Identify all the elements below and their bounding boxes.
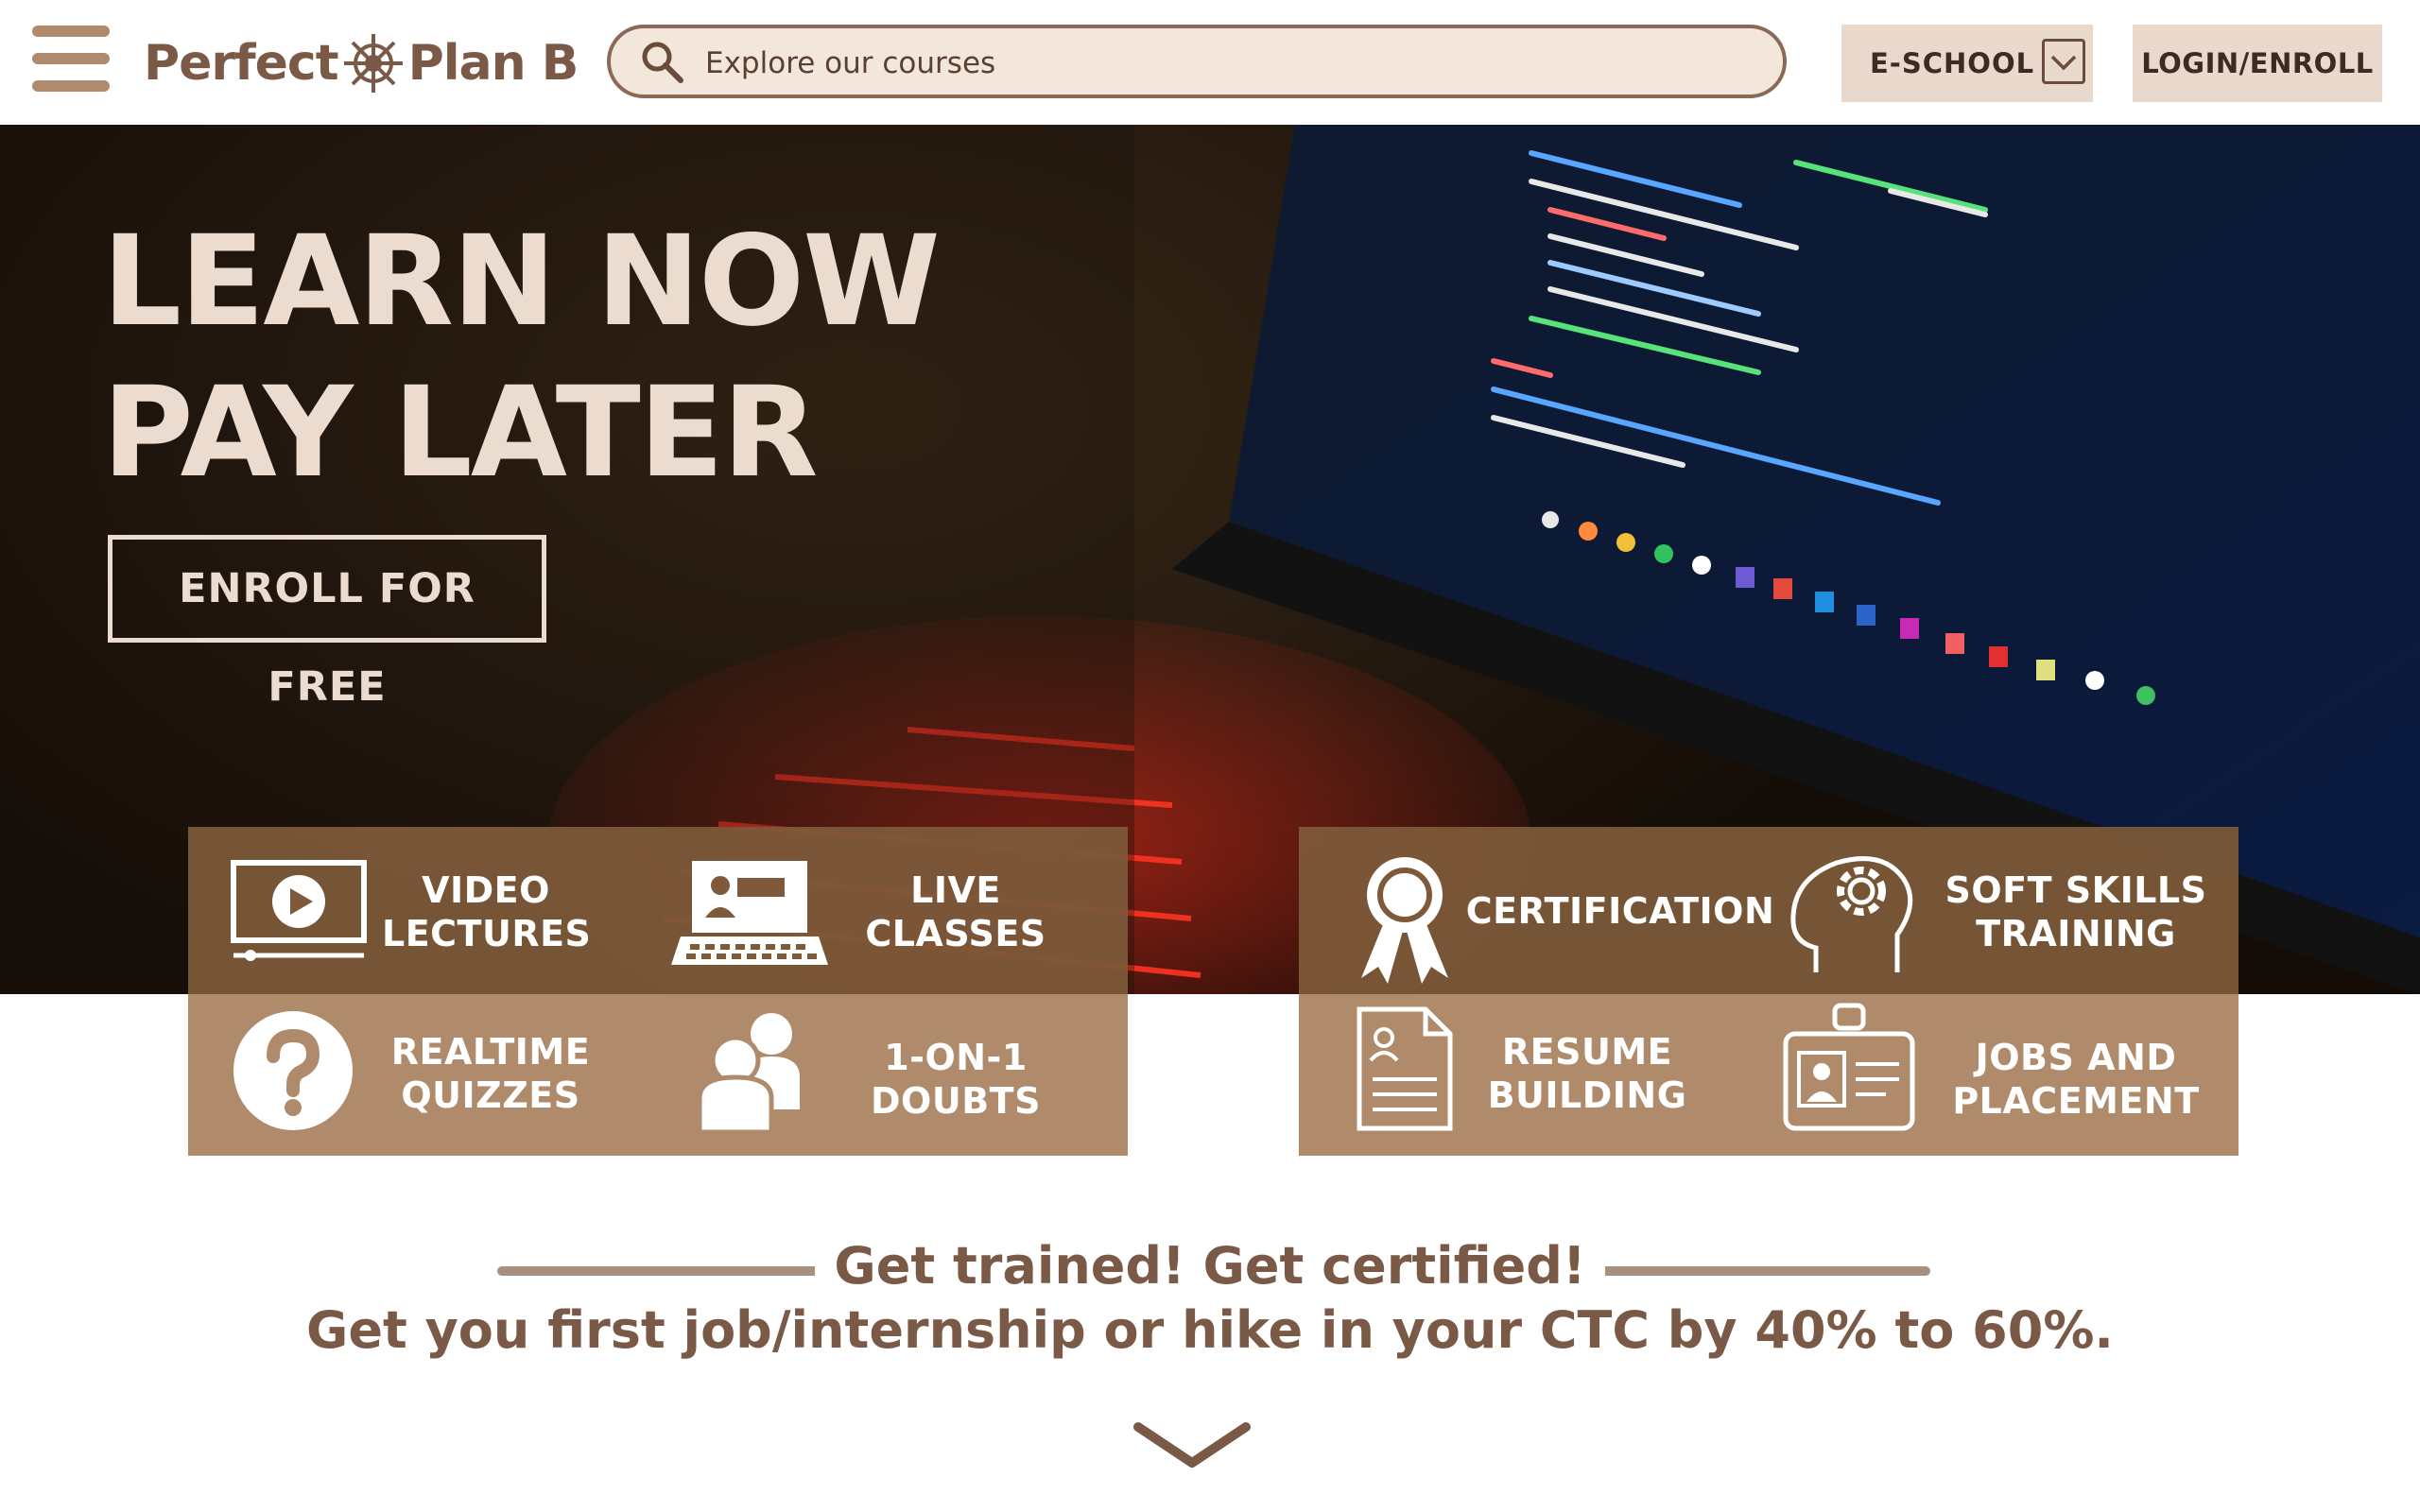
tagline-line-1: Get trained! Get certified! [815,1236,1605,1296]
enroll-for-free-button[interactable]: ENROLL FOR FREE [108,535,546,711]
feature-live-classes[interactable]: LIVE CLASSES [658,827,1128,994]
feature-one-on-one-doubts[interactable]: 1-ON-1 DOUBTS [658,994,1128,1156]
feature-video-lectures[interactable]: VIDEO LECTURES [188,827,658,994]
logo-text-right: Plan B [407,35,579,92]
feature-label: LIVE CLASSES [865,869,1046,954]
features-panel-career: CERTIFICATION SOFT SKILLS TRAINING RESUM… [1299,827,2238,1156]
feature-label: 1-ON-1 DOUBTS [871,1037,1041,1122]
laptop-presentation-icon [671,861,828,965]
chevron-down-icon[interactable] [1131,1418,1253,1474]
ship-wheel-icon [343,34,403,93]
feature-label: REALTIME QUIZZES [390,1031,591,1116]
resume-document-icon [1357,1006,1453,1131]
chevron-down-icon[interactable] [2042,39,2085,84]
feature-label: SOFT SKILLS TRAINING [1945,869,2207,954]
two-people-icon [697,1013,800,1132]
login-enroll-label: LOGIN/ENROLL [2141,47,2374,79]
feature-jobs-and-placement[interactable]: JOBS AND PLACEMENT [1769,994,2238,1156]
tagline-heading: Get trained! Get certified! [0,1236,2420,1296]
features-panel-learning: VIDEO LECTURES LIVE CLASSES REALTIME QUI… [188,827,1128,1156]
video-player-icon [231,860,367,961]
hero-title-line-1: LEARN NOW [102,209,941,354]
feature-label: RESUME BUILDING [1487,1031,1687,1116]
feature-certification[interactable]: CERTIFICATION [1299,827,1774,994]
search-icon[interactable] [639,39,686,86]
question-mark-icon [233,1011,353,1130]
logo-text-left: Perfect [144,35,339,92]
id-badge-icon [1783,1003,1915,1131]
hero-headline: LEARN NOW PAY LATER [102,206,1142,508]
feature-soft-skills-training[interactable]: SOFT SKILLS TRAINING [1769,827,2238,994]
feature-label: JOBS AND PLACEMENT [1952,1037,2200,1122]
site-logo[interactable]: Perfect Plan B [144,23,579,104]
eschool-label: E-SCHOOL [1870,47,2035,79]
head-gear-icon [1790,856,1913,972]
feature-resume-building[interactable]: RESUME BUILDING [1299,994,1769,1156]
search-bar[interactable] [607,25,1787,98]
feature-label: VIDEO LECTURES [382,869,592,954]
login-enroll-button[interactable]: LOGIN/ENROLL [2133,25,2382,102]
feature-label: CERTIFICATION [1465,890,1775,932]
hero-title-line-2: PAY LATER [102,360,819,506]
eschool-dropdown[interactable]: E-SCHOOL [1841,25,2093,102]
search-input[interactable] [703,36,1747,91]
feature-realtime-quizzes[interactable]: REALTIME QUIZZES [188,994,658,1156]
tagline-line-2: Get you first job/internship or hike in … [306,1300,2114,1360]
top-navigation-bar: Perfect Plan B E-SCHOOL [0,0,2420,125]
hamburger-menu-icon[interactable] [32,26,110,92]
award-ribbon-icon [1361,857,1448,984]
